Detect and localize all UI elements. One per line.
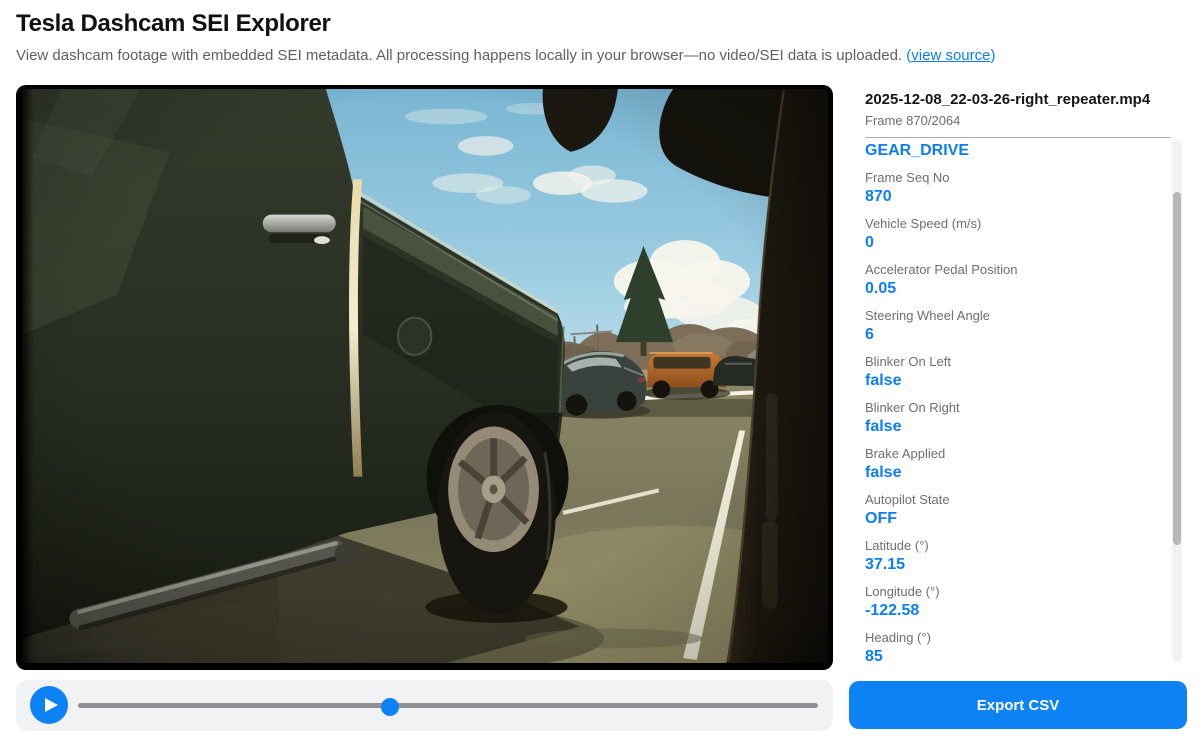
timeline-slider[interactable] <box>78 703 818 708</box>
metadata-value: false <box>865 417 1147 437</box>
metadata-value: -122.58 <box>865 601 1147 621</box>
metadata-value: 6 <box>865 325 1147 345</box>
subtitle-paren-close: ) <box>990 47 995 64</box>
metadata-label: Latitude (°) <box>865 538 1147 554</box>
scrollbar-thumb[interactable] <box>1173 192 1181 545</box>
metadata-value: 870 <box>865 187 1147 207</box>
dashcam-scene <box>22 89 828 663</box>
metadata-value: OFF <box>865 509 1147 529</box>
metadata-value: false <box>865 463 1147 483</box>
metadata-value: 37.15 <box>865 555 1147 575</box>
metadata-field: Latitude (°) 37.15 <box>865 538 1147 575</box>
metadata-label: Blinker On Right <box>865 400 1147 416</box>
metadata-label: Vehicle Speed (m/s) <box>865 216 1147 232</box>
metadata-label: Autopilot State <box>865 492 1147 508</box>
metadata-field: Heading (°) 85 <box>865 630 1147 664</box>
page-subtitle: View dashcam footage with embedded SEI m… <box>16 47 995 64</box>
metadata-label: Accelerator Pedal Position <box>865 262 1147 278</box>
metadata-value: GEAR_DRIVE <box>865 141 1147 161</box>
export-csv-button[interactable]: Export CSV <box>849 681 1187 729</box>
view-source-link[interactable]: view source <box>911 47 990 64</box>
play-button[interactable] <box>30 686 68 724</box>
player-controls <box>16 680 833 731</box>
subtitle-text: View dashcam footage with embedded SEI m… <box>16 47 906 64</box>
metadata-value: 85 <box>865 647 1147 664</box>
metadata-label: Steering Wheel Angle <box>865 308 1147 324</box>
metadata-field: GEAR_DRIVE <box>865 141 1147 161</box>
metadata-list[interactable]: GEAR_DRIVE Frame Seq No 870 Vehicle Spee… <box>849 138 1187 664</box>
metadata-value: 0.05 <box>865 279 1147 299</box>
timeline-thumb[interactable] <box>381 698 399 716</box>
metadata-value: 0 <box>865 233 1147 253</box>
metadata-field: Blinker On Right false <box>865 400 1147 437</box>
metadata-label: Brake Applied <box>865 446 1147 462</box>
dashcam-video-frame <box>16 85 833 670</box>
metadata-sidebar: 2025-12-08_22-03-26-right_repeater.mp4 F… <box>849 85 1187 678</box>
metadata-label: Frame Seq No <box>865 170 1147 186</box>
metadata-field: Brake Applied false <box>865 446 1147 483</box>
play-icon <box>45 698 58 712</box>
metadata-field: Frame Seq No 870 <box>865 170 1147 207</box>
metadata-field: Blinker On Left false <box>865 354 1147 391</box>
metadata-field: Steering Wheel Angle 6 <box>865 308 1147 345</box>
vignette <box>22 89 828 663</box>
metadata-field: Accelerator Pedal Position 0.05 <box>865 262 1147 299</box>
metadata-field: Longitude (°) -122.58 <box>865 584 1147 621</box>
page-title: Tesla Dashcam SEI Explorer <box>16 10 331 38</box>
left-edge-shade <box>22 89 34 663</box>
metadata-field: Autopilot State OFF <box>865 492 1147 529</box>
frame-counter: Frame 870/2064 <box>865 113 1171 128</box>
metadata-label: Heading (°) <box>865 630 1147 646</box>
sidebar-header: 2025-12-08_22-03-26-right_repeater.mp4 F… <box>849 85 1187 138</box>
metadata-label: Blinker On Left <box>865 354 1147 370</box>
metadata-label: Longitude (°) <box>865 584 1147 600</box>
video-filename: 2025-12-08_22-03-26-right_repeater.mp4 <box>865 91 1171 109</box>
metadata-field: Vehicle Speed (m/s) 0 <box>865 216 1147 253</box>
metadata-value: false <box>865 371 1147 391</box>
